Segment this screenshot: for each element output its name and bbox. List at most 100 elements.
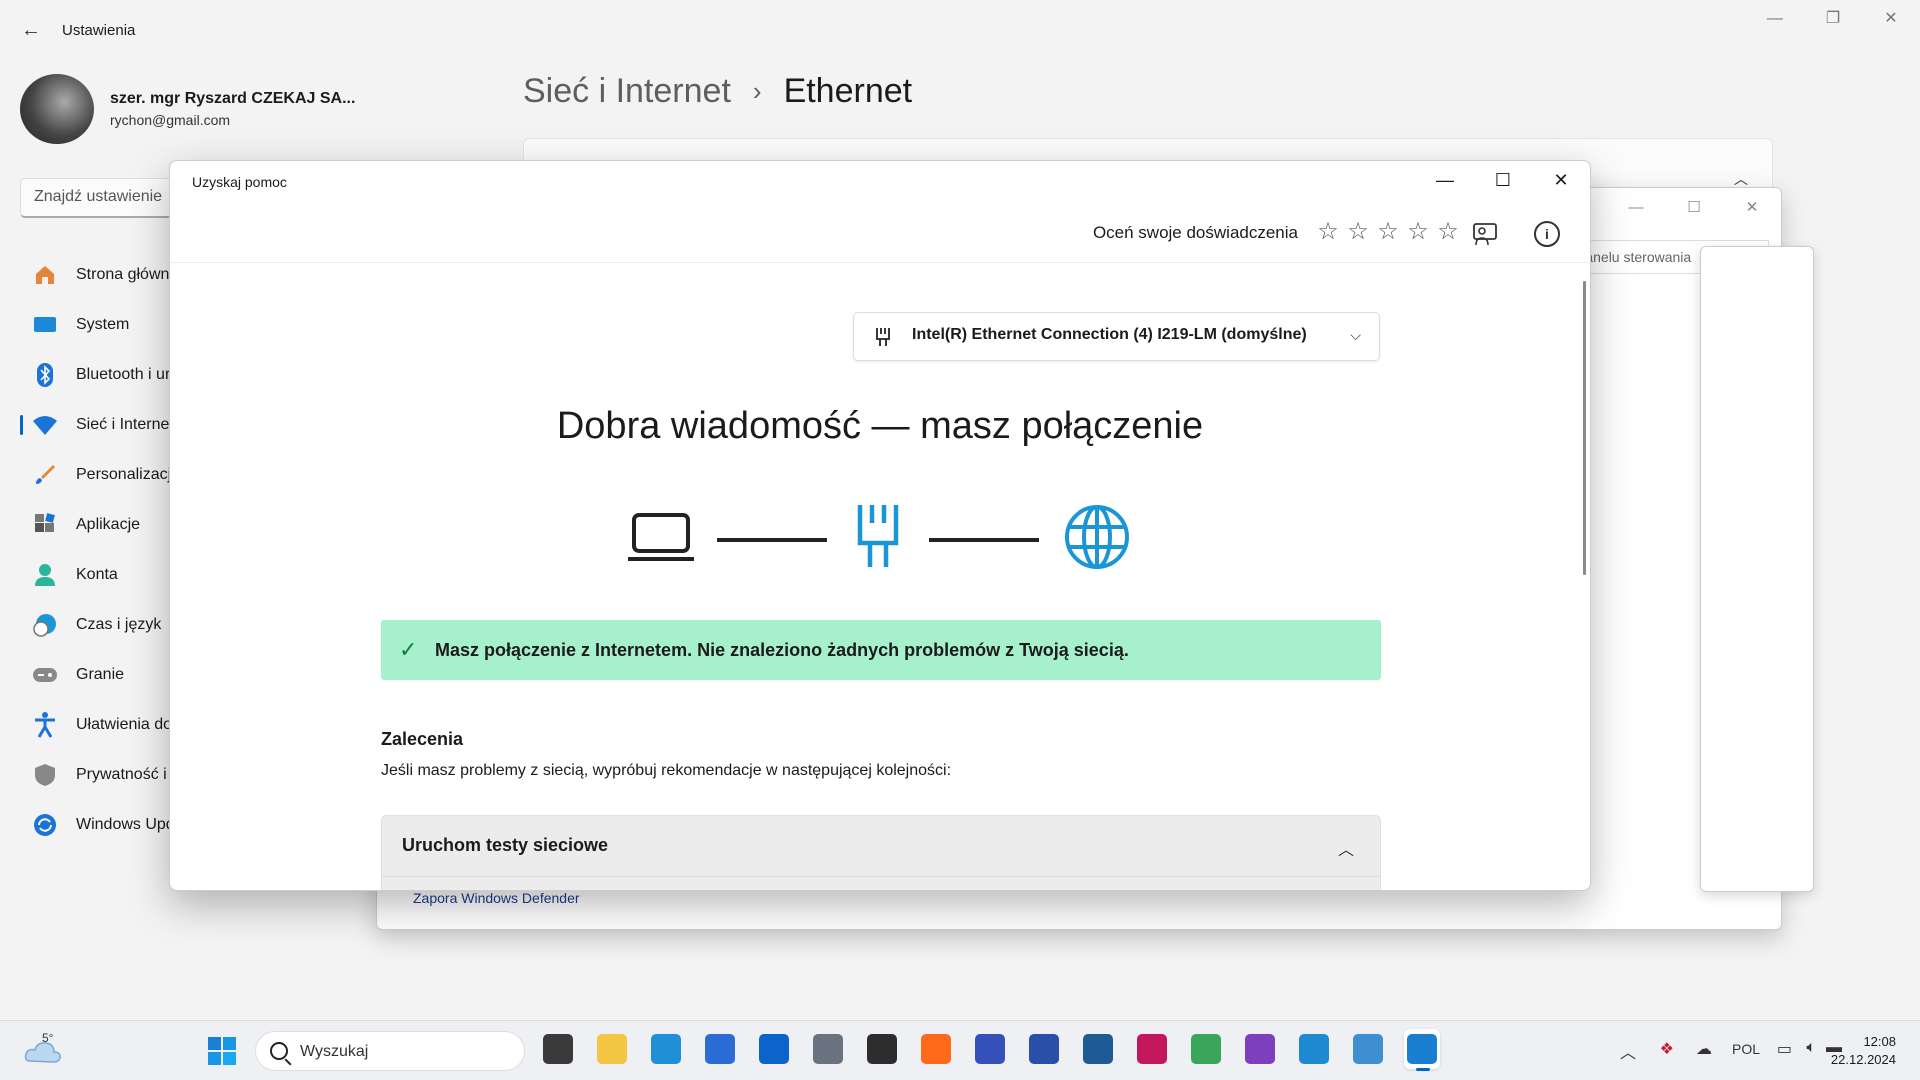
star-icon[interactable]: ☆ [1317, 217, 1339, 247]
clock-globe-icon [32, 612, 58, 638]
github-taskbar-button[interactable] [1242, 1029, 1278, 1069]
resolve-icon [1137, 1034, 1167, 1064]
ethernet-adapter-icon [857, 505, 899, 567]
close-button[interactable]: ✕ [1723, 188, 1781, 228]
control-panel-search-text: Panelu sterowania [1576, 249, 1692, 265]
chevron-down-icon: ⌵ [1350, 327, 1361, 343]
windows-start-icon[interactable] [207, 1036, 237, 1066]
file-explorer-icon [597, 1034, 627, 1064]
control-panel-window-controls: — ☐ ✕ [1607, 188, 1781, 228]
user-name: szer. mgr Ryszard CZEKAJ SA... [110, 90, 356, 107]
account-icon [32, 562, 58, 588]
temperature: 5° [42, 1031, 54, 1045]
onedrive-cloud-icon[interactable]: ☁ [1696, 1039, 1712, 1059]
chevron-up-icon[interactable]: ︿ [1620, 1039, 1636, 1063]
taskbar-search[interactable]: Wyszukaj [255, 1031, 525, 1071]
edge-icon [651, 1034, 681, 1064]
info-icon[interactable]: i [1534, 221, 1560, 247]
star-icon[interactable]: ☆ [1407, 217, 1429, 247]
status-text: Masz połączenie z Internetem. Nie znalez… [435, 640, 1129, 660]
maximize-button[interactable]: ☐ [1665, 188, 1723, 228]
nav-label: Granie [76, 666, 125, 683]
breadcrumb-parent[interactable]: Sieć i Internet [523, 72, 731, 111]
breadcrumb-separator: › [752, 76, 762, 106]
settings-window-controls: — ❐ ✕ [1746, 0, 1920, 40]
firefox-taskbar-button[interactable] [918, 1029, 954, 1069]
terminal-taskbar-button[interactable] [864, 1029, 900, 1069]
store-taskbar-button[interactable] [702, 1029, 738, 1069]
star-icon[interactable]: ☆ [1437, 217, 1459, 247]
firewall-link[interactable]: Zapora Windows Defender [413, 890, 580, 906]
rating-bar: Oceń swoje doświadczenia ☆ ☆ ☆ ☆ ☆ i [170, 211, 1590, 263]
close-button[interactable]: ✕ [1862, 0, 1920, 40]
task-view-icon [543, 1034, 573, 1064]
inkscape-taskbar-button[interactable] [1026, 1029, 1062, 1069]
adapter-name: Intel(R) Ethernet Connection (4) I219-LM… [912, 326, 1307, 343]
nav-label: Personalizacja [76, 466, 181, 483]
divider [382, 876, 1380, 877]
breadcrumb: Sieć i Internet › Ethernet [523, 72, 912, 111]
adapter-dropdown[interactable]: Intel(R) Ethernet Connection (4) I219-LM… [853, 312, 1380, 361]
resolve-taskbar-button[interactable] [1134, 1029, 1170, 1069]
shield-icon [32, 762, 58, 788]
gamepad-icon [32, 662, 58, 688]
feedback-icon[interactable] [1472, 221, 1498, 247]
terminal-icon [867, 1034, 897, 1064]
recommendations-title: Zalecenia [381, 729, 464, 749]
minimize-button[interactable]: — [1607, 188, 1665, 228]
brush-icon [32, 462, 58, 488]
restore-button[interactable]: ❐ [1804, 0, 1862, 40]
back-arrow-icon[interactable]: ← [18, 18, 44, 44]
star-rating: ☆ ☆ ☆ ☆ ☆ [1317, 217, 1459, 247]
checkmark-icon: ✓ [399, 637, 418, 662]
outlook-taskbar-button[interactable] [756, 1029, 792, 1069]
taskbar-search-text: Wyszukaj [300, 1043, 369, 1060]
task-view-taskbar-button[interactable] [540, 1029, 576, 1069]
nav-label: Czas i język [76, 616, 162, 633]
edge-taskbar-button[interactable] [648, 1029, 684, 1069]
background-dialog-window [1700, 246, 1814, 892]
close-button[interactable]: ✕ [1532, 161, 1590, 201]
language-indicator[interactable]: POL [1732, 1041, 1760, 1057]
network-tests-accordion[interactable]: Uruchom testy sieciowe ︿ [381, 815, 1381, 890]
get-help-icon [1407, 1034, 1437, 1064]
maximize-button[interactable]: ☐ [1474, 161, 1532, 201]
virtualbox-taskbar-button[interactable] [1080, 1029, 1116, 1069]
control-panel-taskbar-button[interactable] [1350, 1029, 1386, 1069]
star-icon[interactable]: ☆ [1377, 217, 1399, 247]
git-icon [1191, 1034, 1221, 1064]
avatar [20, 74, 94, 144]
accordion-label: Uruchom testy sieciowe [402, 835, 609, 855]
chevron-up-icon[interactable]: ︿ [1734, 169, 1748, 189]
minimize-button[interactable]: — [1416, 161, 1474, 201]
ethernet-port-icon [876, 328, 890, 346]
apps-icon [32, 512, 58, 538]
help-window-controls: — ☐ ✕ [1416, 161, 1590, 201]
network-icon[interactable]: ▭ [1777, 1039, 1792, 1059]
chevron-up-icon[interactable]: ︿ [1338, 836, 1354, 860]
status-banner: ✓ Masz połączenie z Internetem. Nie znal… [381, 620, 1381, 680]
settings-titlebar: ← Ustawienia — ❐ ✕ [0, 0, 1920, 60]
get-help-taskbar-button[interactable] [1404, 1029, 1440, 1071]
nav-label: Konta [76, 566, 118, 583]
page-title: Ethernet [783, 72, 913, 110]
settings-taskbar-button[interactable] [810, 1029, 846, 1069]
volume-icon[interactable]: 🔈︎ [1806, 1039, 1816, 1057]
save-disk-taskbar-button[interactable] [972, 1029, 1008, 1069]
minimize-button[interactable]: — [1746, 0, 1804, 40]
clock[interactable]: 12:08 22.12.2024 [1831, 1033, 1896, 1069]
time: 12:08 [1863, 1034, 1896, 1049]
user-email: rychon@gmail.com [110, 112, 231, 128]
connection-line [717, 538, 827, 542]
nav-label: Aplikacje [76, 516, 141, 533]
vscode-taskbar-button[interactable] [1296, 1029, 1332, 1069]
file-explorer-taskbar-button[interactable] [594, 1029, 630, 1069]
dropbox-icon[interactable]: ❖ [1660, 1039, 1674, 1059]
virtualbox-icon [1083, 1034, 1113, 1064]
star-icon[interactable]: ☆ [1347, 217, 1369, 247]
home-icon [32, 262, 58, 288]
headline: Dobra wiadomość — masz połączenie [556, 405, 1204, 447]
pinned-apps [540, 1029, 1440, 1071]
store-icon [705, 1034, 735, 1064]
git-taskbar-button[interactable] [1188, 1029, 1224, 1069]
